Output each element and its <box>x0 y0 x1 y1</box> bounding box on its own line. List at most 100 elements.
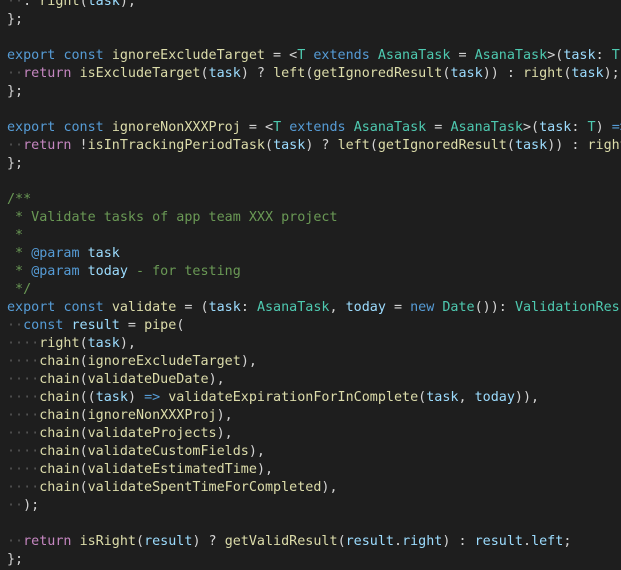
code-line[interactable]: ··); <box>7 497 39 515</box>
code-token: ); <box>603 66 620 81</box>
code-token: ( <box>79 408 88 423</box>
code-token: ), <box>208 372 225 387</box>
code-token: */ <box>7 282 32 297</box>
code-token: const <box>23 318 64 333</box>
code-token: validateEstimatedTime <box>87 462 257 477</box>
indent-guide: ·· <box>7 498 24 513</box>
code-line[interactable]: ····chain(validateSpentTimeForCompleted)… <box>7 479 338 497</box>
code-token: )) : <box>547 138 588 153</box>
code-token: ) <box>595 120 612 135</box>
indent-guide: ···· <box>7 390 40 405</box>
code-line[interactable]: ··const result = pipe( <box>7 317 184 335</box>
code-token: chain <box>39 354 80 369</box>
code-line[interactable]: ····chain(ignoreExcludeTarget), <box>7 353 257 371</box>
code-token: T <box>611 48 620 63</box>
code-token: ), <box>248 444 265 459</box>
code-token: chain <box>39 444 80 459</box>
code-token: task <box>208 66 241 81</box>
indent-guide: ·· <box>7 534 24 549</box>
code-token: AsanaTask <box>450 120 523 135</box>
code-line[interactable]: export const validate = (task: AsanaTask… <box>7 299 621 317</box>
indent-guide: ···· <box>7 444 40 459</box>
code-line[interactable]: ····right(task), <box>7 335 136 353</box>
indent-guide: ·· <box>7 138 24 153</box>
code-token: chain <box>39 408 80 423</box>
code-token: left <box>337 138 370 153</box>
code-line[interactable]: ··return isRight(result) ? getValidResul… <box>7 533 571 551</box>
code-token: ( <box>79 354 88 369</box>
code-token: - for testing <box>127 264 241 279</box>
indent-guide: ···· <box>7 354 40 369</box>
code-line[interactable]: ··return isExcludeTarget(task) ? left(ge… <box>7 65 620 83</box>
code-token: task <box>450 66 483 81</box>
code-token: T <box>587 120 596 135</box>
code-token: * Validate tasks of app team XXX project <box>7 210 338 225</box>
code-token: ValidationResult <box>514 300 621 315</box>
code-token: }; <box>7 84 24 99</box>
code-token: = < <box>265 48 298 63</box>
code-token: export <box>7 48 56 63</box>
code-line[interactable]: ··: right(task); <box>7 0 136 11</box>
indent-guide: ···· <box>7 408 40 423</box>
code-editor[interactable]: ··: right(task);}; export const ignoreExc… <box>0 0 621 570</box>
code-token: validateProjects <box>87 426 217 441</box>
code-token: = ( <box>176 300 209 315</box>
code-token: right <box>523 66 564 81</box>
code-line[interactable]: export const ignoreNonXXXProj = <T exten… <box>7 119 621 137</box>
code-token: new <box>410 300 435 315</box>
code-line[interactable]: export const ignoreExcludeTarget = < T ex… <box>7 47 621 65</box>
code-line[interactable]: }; <box>7 155 23 173</box>
code-token: ), <box>256 462 274 477</box>
code-line[interactable]: ····chain(validateDueDate), <box>7 371 225 389</box>
code-token: ignoreNonXXXProj <box>111 120 241 135</box>
code-line[interactable]: * @param today - for testing <box>7 263 241 281</box>
code-line[interactable]: ····chain(ignoreNonXXXProj), <box>7 407 233 425</box>
code-token: chain <box>39 372 80 387</box>
code-token: ) <box>127 390 145 405</box>
code-token: ( <box>79 0 88 9</box>
code-token: : <box>595 48 612 63</box>
code-token: AsanaTask <box>353 120 427 135</box>
code-line[interactable]: * @param task <box>7 245 120 263</box>
code-line[interactable]: ····chain((task) => validateExpirationFo… <box>7 389 539 407</box>
code-token: @param <box>31 264 80 279</box>
code-token: = <box>426 120 451 135</box>
code-token: right <box>587 138 621 153</box>
code-line[interactable]: }; <box>7 11 23 29</box>
code-token: >( <box>523 120 540 135</box>
code-token: return <box>23 66 72 81</box>
indent-guide: ·· <box>7 318 24 333</box>
code-line[interactable]: }; <box>7 551 23 569</box>
code-line[interactable]: ··return !isInTrackingPeriodTask(task) ?… <box>7 137 621 155</box>
code-token: ) : <box>442 534 475 549</box>
code-token: task <box>426 390 459 405</box>
code-token: * <box>7 228 24 243</box>
code-token: task <box>273 138 306 153</box>
code-line[interactable]: ····chain(validateProjects), <box>7 425 233 443</box>
code-token: ( <box>200 66 209 81</box>
code-line[interactable]: }; <box>7 83 23 101</box>
code-line[interactable]: * <box>7 227 23 245</box>
code-line[interactable]: /** <box>7 191 31 209</box>
code-token: ( <box>337 534 346 549</box>
code-token: ( <box>176 318 185 333</box>
code-line[interactable]: ····chain(validateCustomFields), <box>7 443 265 461</box>
code-token: (( <box>79 390 96 405</box>
code-token: today <box>345 300 386 315</box>
code-token: , <box>329 300 346 315</box>
code-line[interactable]: */ <box>7 281 31 299</box>
code-token: ()): <box>474 300 515 315</box>
code-token: ignoreNonXXXProj <box>87 408 217 423</box>
code-token: pipe <box>144 318 177 333</box>
code-token: ), <box>240 354 257 369</box>
code-token: validateExpirationForInComplete <box>168 390 419 405</box>
code-token: chain <box>39 390 80 405</box>
code-token: today <box>474 390 515 405</box>
code-line[interactable]: * Validate tasks of app team XXX project <box>7 209 338 227</box>
code-token: ( <box>369 138 378 153</box>
code-line[interactable]: ····chain(validateEstimatedTime), <box>7 461 273 479</box>
